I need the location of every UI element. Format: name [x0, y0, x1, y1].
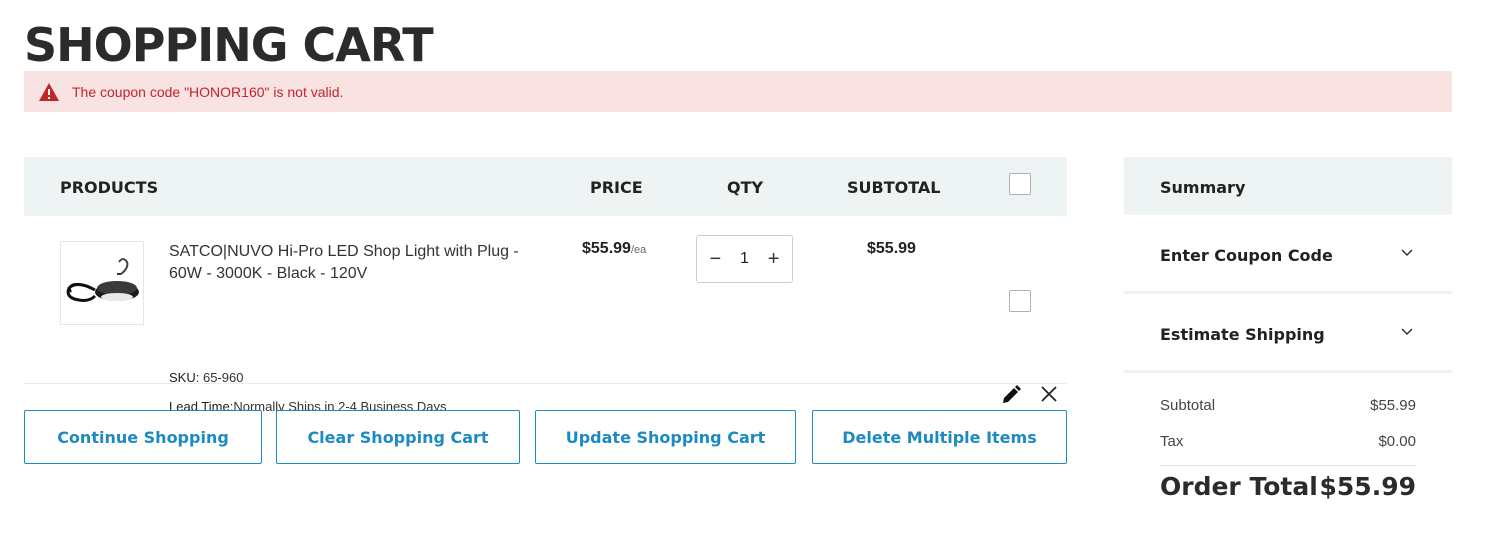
chevron-down-icon	[1401, 249, 1413, 257]
product-name[interactable]: SATCO|NUVO Hi-Pro LED Shop Light with Pl…	[169, 241, 529, 285]
order-total-label: Order Total	[1160, 472, 1318, 501]
summary-totals: Subtotal $55.99 Tax $0.00 Order Total $5…	[1124, 387, 1452, 501]
alert-message: The coupon code "HONOR160" is not valid.	[72, 83, 344, 100]
warning-icon	[39, 82, 59, 101]
quantity-stepper: − 1 +	[696, 235, 793, 283]
product-sku: SKU: 65-960	[169, 370, 243, 385]
shipping-accordion[interactable]: Estimate Shipping	[1124, 294, 1452, 373]
product-thumbnail[interactable]	[60, 241, 144, 325]
coupon-label: Enter Coupon Code	[1160, 246, 1333, 265]
cart-table: PRODUCTS PRICE QTY SUBTOTAL SATCO|NUVO H…	[24, 157, 1067, 414]
subtotal-value: $55.99	[1370, 396, 1416, 414]
qty-decrement-button[interactable]: −	[703, 248, 727, 271]
price-value: $55.99	[582, 240, 631, 257]
edit-pencil-icon[interactable]	[1000, 384, 1022, 406]
continue-shopping-button[interactable]: Continue Shopping	[24, 410, 262, 464]
order-total-value: $55.99	[1319, 472, 1416, 501]
subtotal-label: Subtotal	[1160, 396, 1216, 414]
price-unit: /ea	[630, 244, 647, 256]
qty-increment-button[interactable]: +	[762, 248, 786, 271]
sku-label: SKU:	[169, 370, 200, 385]
cart-item-row: SATCO|NUVO Hi-Pro LED Shop Light with Pl…	[24, 216, 1067, 414]
sku-value: 65-960	[202, 370, 244, 385]
order-total-row: Order Total $55.99	[1160, 465, 1416, 501]
clear-cart-button[interactable]: Clear Shopping Cart	[276, 410, 520, 464]
item-select-checkbox[interactable]	[1009, 290, 1031, 312]
qty-value[interactable]: 1	[740, 250, 749, 268]
cart-table-header: PRODUCTS PRICE QTY SUBTOTAL	[24, 157, 1067, 216]
tax-label: Tax	[1160, 432, 1184, 450]
chevron-down-icon	[1401, 328, 1413, 336]
tax-value: $0.00	[1378, 432, 1416, 450]
subtotal-row: Subtotal $55.99	[1160, 387, 1416, 423]
header-qty: QTY	[727, 178, 764, 197]
remove-item-icon[interactable]	[1039, 384, 1059, 404]
product-price: $55.99/ea	[582, 240, 646, 258]
header-subtotal: SUBTOTAL	[847, 178, 941, 197]
item-subtotal: $55.99	[867, 240, 916, 257]
header-price: PRICE	[590, 178, 643, 197]
order-summary: Summary Enter Coupon Code Estimate Shipp…	[1124, 157, 1452, 501]
summary-title: Summary	[1124, 157, 1452, 215]
coupon-accordion[interactable]: Enter Coupon Code	[1124, 215, 1452, 294]
cart-actions: Continue Shopping Clear Shopping Cart Up…	[24, 410, 1067, 464]
tax-row: Tax $0.00	[1160, 423, 1416, 459]
page-title: SHOPPING CART	[24, 18, 434, 72]
update-cart-button[interactable]: Update Shopping Cart	[535, 410, 796, 464]
delete-multiple-button[interactable]: Delete Multiple Items	[812, 410, 1067, 464]
select-all-checkbox[interactable]	[1009, 173, 1031, 195]
shop-light-image	[66, 258, 139, 302]
shipping-label: Estimate Shipping	[1160, 325, 1325, 344]
header-products: PRODUCTS	[60, 178, 159, 197]
error-alert: The coupon code "HONOR160" is not valid.	[24, 71, 1452, 112]
